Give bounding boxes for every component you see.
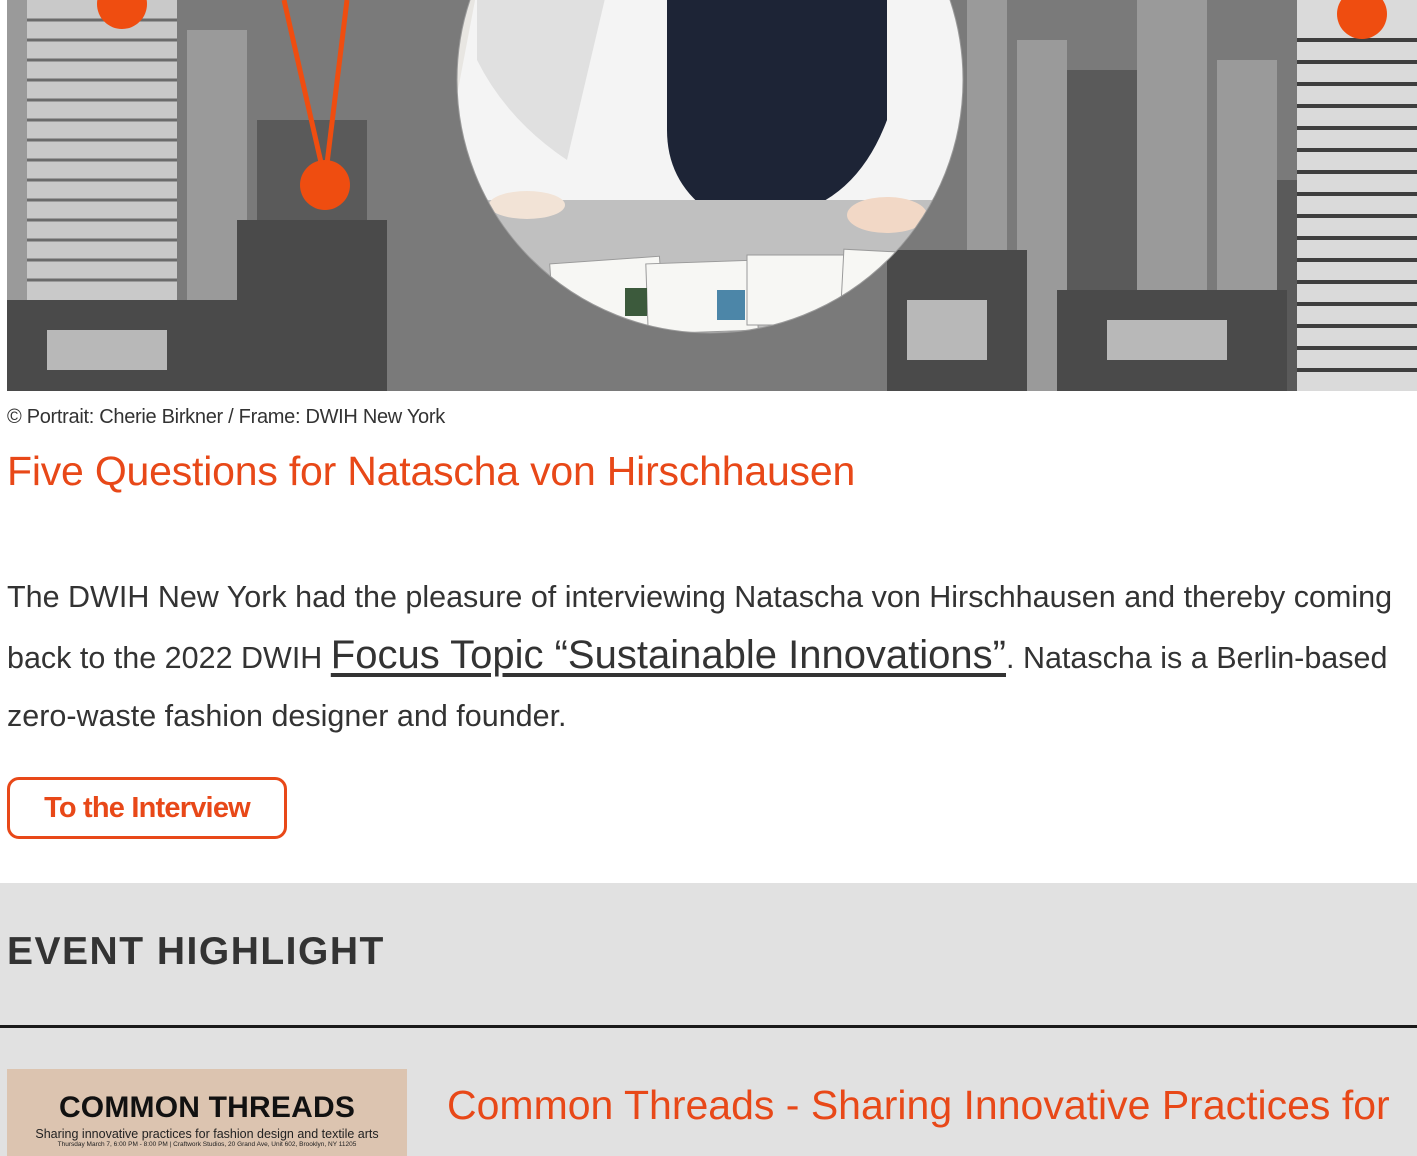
event-title-link[interactable]: Common Threads - Sharing Innovative Prac… [447, 1078, 1407, 1132]
article-title[interactable]: Five Questions for Natascha von Hirschha… [7, 448, 855, 495]
to-the-interview-button[interactable]: To the Interview [7, 777, 287, 839]
image-caption: © Portrait: Cherie Birkner / Frame: DWIH… [7, 406, 445, 428]
thumbnail-date-line: Thursday March 7, 6:00 PM - 8:00 PM | Cr… [57, 1141, 357, 1148]
thumbnail-title: COMMON THREADS [58, 1091, 356, 1124]
hero-skyline-illustration [7, 0, 1417, 391]
article-body: The DWIH New York had the pleasure of in… [7, 568, 1417, 745]
page: © Portrait: Cherie Birkner / Frame: DWIH… [0, 0, 1417, 1156]
hero-image [7, 0, 1417, 391]
focus-topic-link[interactable]: Focus Topic “Sustainable Innovations” [331, 633, 1006, 677]
event-highlight-heading: EVENT HIGHLIGHT [7, 930, 385, 973]
section-divider [0, 1025, 1417, 1028]
thumbnail-subtitle: Sharing innovative practices for fashion… [35, 1127, 379, 1141]
event-thumbnail[interactable]: COMMON THREADS Sharing innovative practi… [7, 1069, 407, 1156]
